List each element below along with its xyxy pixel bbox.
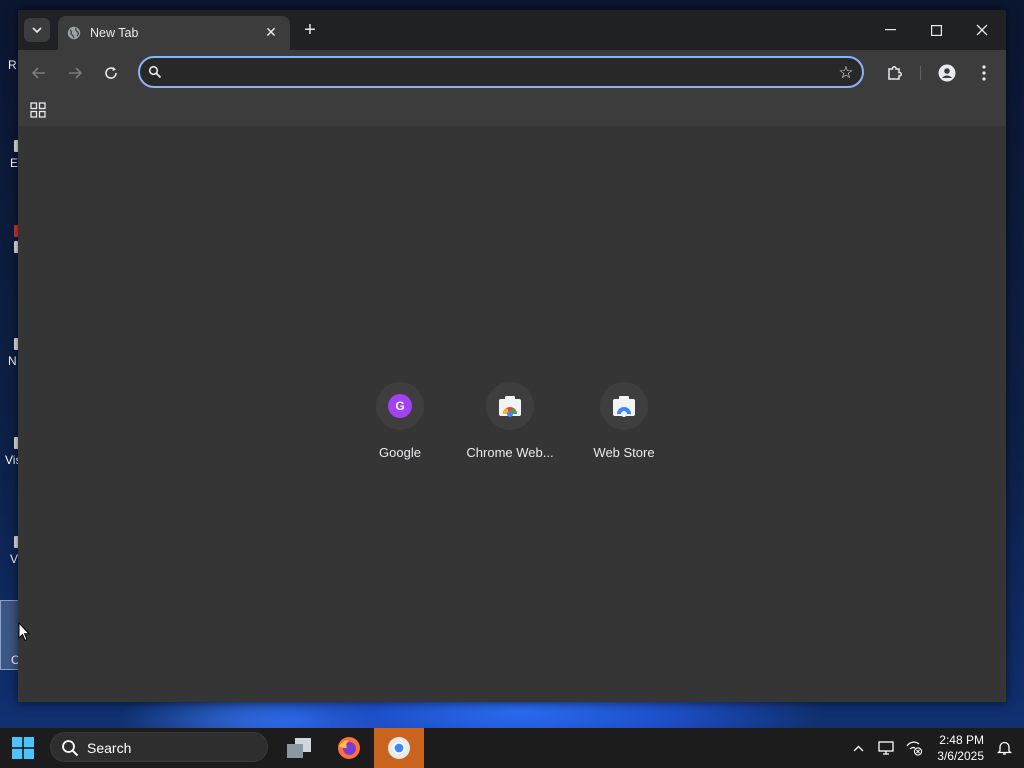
- desktop-icon-label: N: [8, 354, 17, 368]
- tab-new-tab[interactable]: New Tab ✕: [58, 16, 290, 50]
- tab-title: New Tab: [90, 26, 139, 40]
- search-icon: [62, 740, 79, 757]
- grid-icon[interactable]: [30, 102, 46, 118]
- address-input[interactable]: [170, 60, 814, 86]
- clock-date: 3/6/2025: [937, 749, 984, 763]
- google-letter-icon: G: [388, 394, 412, 418]
- web-store-icon: [613, 396, 635, 417]
- search-icon: [148, 65, 162, 79]
- new-tab-page: G Google Chrome Web... Web Store: [18, 126, 1006, 702]
- firefox-taskbar-button[interactable]: [324, 728, 374, 768]
- shortcut-google[interactable]: G Google: [344, 382, 456, 472]
- desktop-icon-5[interactable]: Vis: [0, 437, 21, 491]
- task-view-icon: [287, 738, 311, 758]
- shortcut-icon-frame: [486, 382, 534, 430]
- menu-button[interactable]: [971, 60, 997, 86]
- taskbar-search[interactable]: Search: [50, 732, 268, 762]
- arrow-left-icon: [32, 67, 45, 79]
- network-status-icon[interactable]: [904, 738, 924, 758]
- desktop-icon-label: V: [10, 552, 19, 566]
- chrome-icon: [388, 737, 410, 759]
- task-view-button[interactable]: [274, 728, 324, 768]
- browser-window: New Tab ✕ + ☆ G Google Chrome Web... Web…: [18, 10, 1006, 702]
- chrome-taskbar-button[interactable]: [374, 728, 424, 768]
- minimize-button[interactable]: [867, 16, 913, 44]
- chevron-down-icon: [32, 27, 42, 33]
- system-clock[interactable]: 2:48 PM 3/6/2025: [924, 732, 984, 764]
- shortcut-icon-frame: G: [376, 382, 424, 430]
- desktop-icon-1[interactable]: R: [0, 50, 18, 104]
- forward-button[interactable]: [62, 60, 88, 86]
- close-icon: [976, 24, 988, 36]
- display-icon[interactable]: [876, 738, 896, 758]
- bell-glyph: [996, 741, 1012, 755]
- shortcut-label: Chrome Web...: [466, 445, 554, 460]
- maximize-icon: [930, 24, 942, 36]
- chrome-web-store-icon: [499, 396, 521, 417]
- chevron-up-icon[interactable]: [848, 738, 868, 758]
- person-icon: [938, 64, 956, 82]
- bookmarks-bar: [18, 95, 1006, 125]
- display-glyph: [878, 741, 894, 755]
- back-button[interactable]: [26, 60, 52, 86]
- minimize-icon: [884, 29, 896, 31]
- taskbar: Search 2:48 PM 3/6/2025: [0, 728, 1024, 768]
- taskbar-search-label: Search: [87, 740, 132, 756]
- firefox-icon: [338, 737, 360, 759]
- arrow-right-icon: [69, 67, 82, 79]
- reload-button[interactable]: [98, 60, 124, 86]
- desktop-icon-selected[interactable]: C: [0, 600, 20, 670]
- globe-icon: [67, 26, 81, 40]
- notification-bell-icon[interactable]: [994, 738, 1014, 758]
- shortcut-web-store[interactable]: Web Store: [568, 382, 680, 472]
- desktop-icon-label: R: [8, 58, 17, 72]
- shortcut-chrome-web-store[interactable]: Chrome Web...: [454, 382, 566, 472]
- windows-start-icon[interactable]: [12, 737, 34, 759]
- desktop-icon-3[interactable]: [0, 225, 19, 279]
- window-close-button[interactable]: [959, 16, 1005, 44]
- shortcut-icon-frame: [600, 382, 648, 430]
- network-glyph: [906, 741, 923, 756]
- close-icon[interactable]: ✕: [262, 23, 280, 41]
- maximize-button[interactable]: [913, 16, 959, 44]
- chevron-up-glyph: [853, 745, 863, 751]
- shortcut-label: Google: [379, 445, 421, 460]
- desktop-icon-2[interactable]: E: [0, 140, 19, 194]
- mouse-cursor-icon: [18, 622, 30, 642]
- desktop-icon-label: E: [10, 156, 19, 170]
- profile-button[interactable]: [934, 60, 960, 86]
- reload-icon: [105, 67, 117, 79]
- desktop-icon-4[interactable]: N: [0, 338, 19, 392]
- shortcut-label: Web Store: [593, 445, 655, 460]
- toolbar-divider: [920, 66, 921, 80]
- address-bar[interactable]: ☆: [138, 56, 864, 88]
- puzzle-icon: [888, 66, 902, 80]
- star-icon[interactable]: ☆: [836, 63, 856, 83]
- tab-search-button[interactable]: [24, 18, 50, 42]
- clock-time: 2:48 PM: [939, 733, 984, 747]
- toolbar: ☆: [18, 50, 1006, 95]
- plus-icon[interactable]: +: [298, 18, 322, 42]
- kebab-menu-icon: [982, 65, 986, 81]
- desktop-icon-6[interactable]: V: [0, 536, 19, 590]
- extensions-button[interactable]: [882, 60, 908, 86]
- tab-strip: New Tab ✕ +: [18, 10, 1006, 50]
